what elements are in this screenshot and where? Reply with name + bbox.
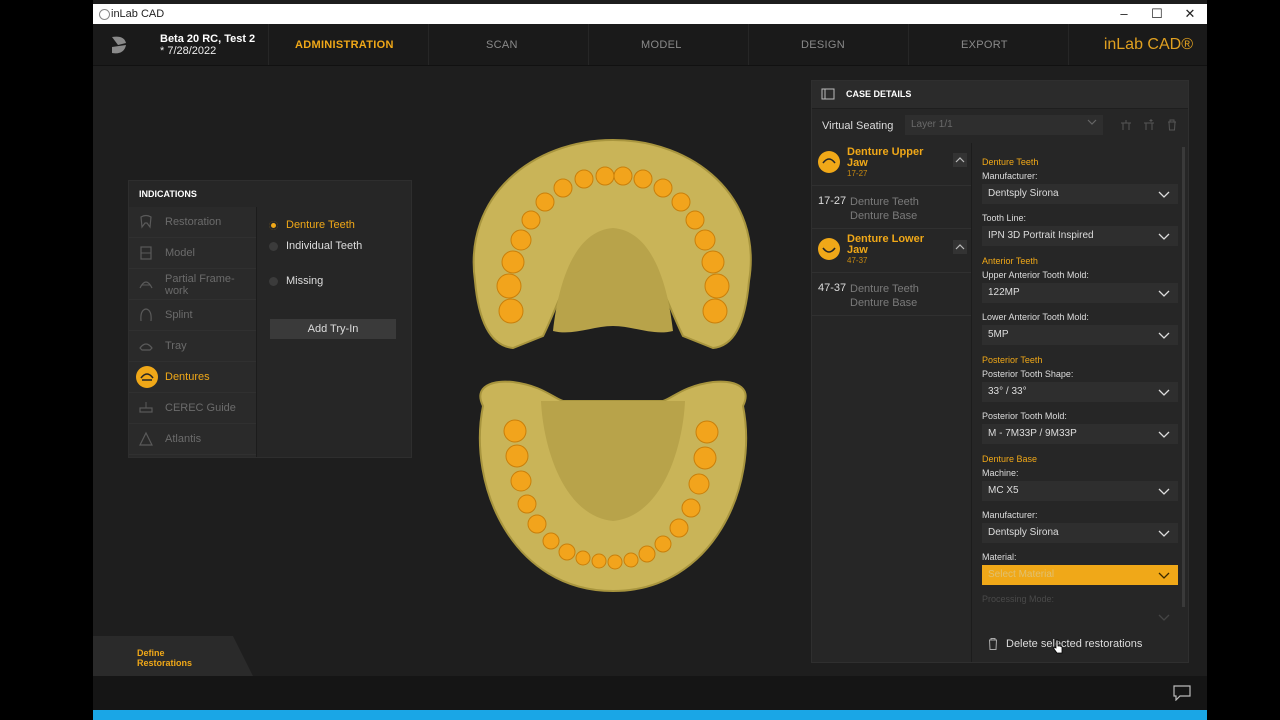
section-anterior-teeth: Anterior Teeth [982,256,1038,266]
maximize-button[interactable]: ☐ [1142,6,1172,22]
lower-anterior-mold-select[interactable]: 5MP [982,325,1178,345]
jaw-lower-row[interactable]: 47-37 Denture Teeth Denture Base [812,273,971,316]
posterior-shape-select[interactable]: 33° / 33° [982,382,1178,402]
case-details-panel: CASE DETAILS Virtual Seating Layer 1/1 D… [811,80,1189,663]
case-details-header: CASE DETAILS [812,81,1188,109]
indication-partial-framework[interactable]: Partial Frame-work [129,269,256,300]
indication-tray[interactable]: Tray [129,331,256,362]
chevron-down-icon [1158,290,1170,297]
status-bar [93,676,1207,710]
layer-add-icon[interactable] [1143,119,1155,131]
section-posterior-teeth: Posterior Teeth [982,355,1043,365]
chevron-up-icon[interactable] [953,240,967,254]
processing-mode-select[interactable] [982,607,1178,627]
machine-select[interactable]: MC X5 [982,481,1178,501]
hand-cursor-icon [1053,639,1063,654]
seat-icon[interactable] [1120,119,1132,131]
jaw-list: Denture Upper Jaw 17-27 17-27 Denture Te… [812,143,972,662]
workflow-bar: Beta 20 RC, Test 2 * 7/28/2022 ADMINISTR… [93,24,1207,66]
model-icon [140,246,152,260]
step-design[interactable]: DESIGN [801,39,845,51]
chat-icon[interactable] [1173,685,1191,701]
folder-icon [821,88,835,100]
jaw-upper-row[interactable]: 17-27 Denture Teeth Denture Base [812,186,971,229]
step-administration[interactable]: ADMINISTRATION [295,39,394,51]
base-manufacturer-select[interactable]: Dentsply Sirona [982,523,1178,543]
viewport[interactable]: INDICATIONS Restoration Model Partial Fr… [93,66,1207,676]
material-select[interactable]: Select Material [982,565,1178,585]
define-restorations-tab[interactable]: Define Restorations [93,636,253,676]
add-try-in-button[interactable]: Add Try-In [270,319,396,339]
layer-select[interactable]: Layer 1/1 [905,115,1103,135]
chevron-down-icon [1158,332,1170,339]
section-denture-teeth: Denture Teeth [982,157,1039,167]
indication-splint[interactable]: Splint [129,300,256,331]
indication-model[interactable]: Model [129,238,256,269]
dentsply-logo-icon [112,36,126,54]
indication-cerec-guide[interactable]: CEREC Guide [129,393,256,424]
chevron-down-icon [1087,119,1097,125]
section-denture-base: Denture Base [982,454,1038,464]
step-scan[interactable]: SCAN [486,39,518,51]
dentures-icon [136,366,158,388]
case-date: * 7/28/2022 [160,45,217,57]
radio-icon [269,242,278,251]
trash-icon[interactable] [1166,119,1178,131]
step-model[interactable]: MODEL [641,39,682,51]
jaw-lower-header[interactable]: Denture Lower Jaw 47-37 [812,230,971,273]
radio-selected-icon [269,221,278,230]
app-window: inLab CAD – ☐ ✕ Beta 20 RC, Test 2 * 7/2… [93,0,1207,720]
chevron-down-icon [1158,572,1170,579]
app-logo-icon [99,9,110,20]
tooth-line-select[interactable]: IPN 3D Portrait Inspired [982,226,1178,246]
indication-list: Restoration Model Partial Frame-work Spl… [129,207,257,457]
tray-icon [139,343,153,351]
indication-restoration[interactable]: Restoration [129,207,256,238]
framework-icon [139,281,153,289]
dentures-icon [818,151,840,173]
jaw-upper-header[interactable]: Denture Upper Jaw 17-27 [812,143,971,186]
chevron-up-icon[interactable] [953,153,967,167]
chevron-down-icon [1158,614,1170,621]
chevron-down-icon [1158,488,1170,495]
indications-panel: INDICATIONS Restoration Model Partial Fr… [128,180,412,458]
manufacturer-select[interactable]: Dentsply Sirona [982,184,1178,204]
indication-dentures[interactable]: Dentures [129,362,256,393]
posterior-mold-select[interactable]: M - 7M33P / 9M33P [982,424,1178,444]
window-titlebar: inLab CAD – ☐ ✕ [93,4,1207,24]
chevron-down-icon [1158,431,1170,438]
os-taskbar [93,710,1207,720]
splint-icon [140,308,152,322]
indications-title: INDICATIONS [139,189,197,199]
chevron-down-icon [1158,233,1170,240]
brand-name: inLab CAD® [1103,36,1193,53]
dentures-icon [818,238,840,260]
jaw-model-view[interactable] [463,136,763,596]
radio-icon [269,277,278,286]
window-title: inLab CAD [111,8,165,20]
indication-atlantis[interactable]: Atlantis [129,424,256,455]
guide-icon [139,402,153,413]
trash-icon [989,638,997,650]
tooth-icon [140,214,152,229]
chevron-down-icon [1158,530,1170,537]
form-scrollbar[interactable] [1182,147,1185,607]
upper-anterior-mold-select[interactable]: 122MP [982,283,1178,303]
virtual-seating-label: Virtual Seating [822,120,894,132]
close-button[interactable]: ✕ [1175,6,1205,22]
step-export[interactable]: EXPORT [961,39,1008,51]
minimize-button[interactable]: – [1109,6,1139,22]
chevron-down-icon [1158,389,1170,396]
atlantis-icon [139,431,153,446]
chevron-down-icon [1158,191,1170,198]
case-title: Beta 20 RC, Test 2 [160,33,256,45]
